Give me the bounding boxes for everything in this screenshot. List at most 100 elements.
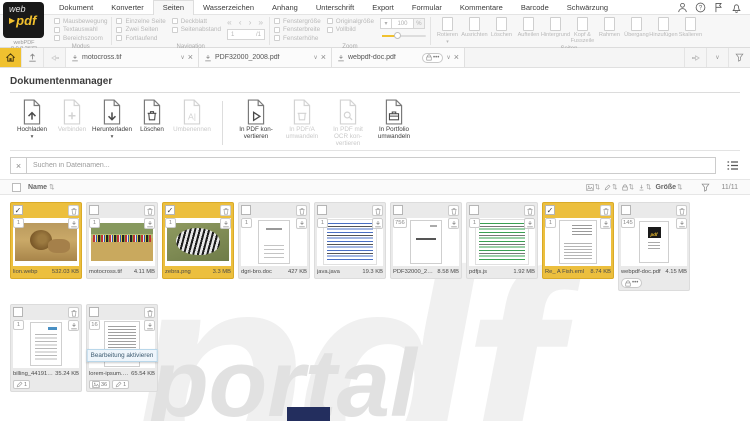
close-tab-icon[interactable]: × [188, 53, 193, 62]
ribbon-item-einzelne-seite[interactable]: Einzelne Seite [116, 17, 166, 26]
delete-file-button[interactable] [68, 307, 79, 318]
sort-by-size-button[interactable]: Größe ⇅ [655, 183, 682, 192]
menu-item-schwärzung[interactable]: Schwärzung [558, 0, 617, 15]
ribbon-item-fenstergröße[interactable]: Fenstergröße [274, 17, 321, 26]
ribbon-button-skalieren[interactable]: Skalieren [678, 17, 703, 45]
zoom-combo-dropdown-icon[interactable]: ▾ [379, 18, 391, 29]
ribbon-item-deckblatt[interactable]: Deckblatt [171, 17, 221, 26]
ribbon-item-bereichszoom[interactable]: Bereichszoom [54, 34, 107, 43]
chevron-down-icon[interactable]: ∨ [446, 54, 450, 61]
sort-by-name-button[interactable]: Name ⇅ [28, 183, 55, 192]
menu-item-dokument[interactable]: Dokument [50, 0, 102, 15]
download-file-button[interactable] [676, 218, 687, 229]
last-page-button[interactable]: » [258, 18, 263, 27]
download-file-button[interactable] [296, 218, 307, 229]
download-file-button[interactable] [144, 320, 155, 331]
file-checkbox[interactable] [89, 205, 99, 215]
ribbon-item-textauswahl[interactable]: Textauswahl [54, 26, 107, 35]
ribbon-item-fensterhöhe[interactable]: Fensterhöhe [274, 34, 321, 43]
file-checkbox[interactable]: ✓ [165, 205, 175, 215]
file-card-pdfjs-js[interactable]: 1 pdfjs.js 1.92 MB [466, 202, 538, 279]
zoom-level-combo[interactable]: ▾ 100 % [379, 18, 426, 29]
download-icon[interactable] [204, 54, 212, 62]
delete-file-button[interactable] [296, 205, 307, 216]
file-checkbox[interactable] [317, 205, 327, 215]
ribbon-item-vollbild[interactable]: Vollbild [326, 26, 374, 35]
download-file-button[interactable] [372, 218, 383, 229]
zoom-percent-button[interactable]: % [412, 18, 425, 29]
ribbon-button-hintergrund[interactable]: Hintergrund [541, 17, 570, 45]
file-checkbox[interactable] [621, 205, 631, 215]
list-view-toggle[interactable] [724, 160, 740, 171]
clear-search-button[interactable]: × [10, 157, 27, 174]
home-tab-button[interactable] [0, 48, 22, 67]
ribbon-button-hinzufügen[interactable]: Hinzufügen [649, 17, 678, 45]
download-file-button[interactable] [144, 218, 155, 229]
flag-icon[interactable] [713, 2, 724, 13]
ribbon-item-originalgröße[interactable]: Originalgröße [326, 17, 374, 26]
close-tab-icon[interactable]: × [454, 53, 459, 62]
ribbon-item-fensterbreite[interactable]: Fensterbreite [274, 26, 321, 35]
tab-list-dropdown[interactable]: ∨ [706, 48, 728, 67]
toolbar-button-in-portfolio-umwandeln[interactable]: In Portfolio umwandeln [371, 99, 417, 140]
file-checkbox[interactable] [13, 307, 23, 317]
chevron-down-icon[interactable]: ∨ [180, 54, 184, 61]
ribbon-item-zwei-seiten[interactable]: Zwei Seiten [116, 26, 165, 35]
history-back-button[interactable] [44, 48, 66, 67]
file-card-re-a-fish-eml[interactable]: ✓ 1 Re_ A Fish.eml 8.74 KB [542, 202, 614, 279]
file-card-motocross-tif[interactable]: 1 motocross.tif 4.11 MB [86, 202, 158, 279]
ribbon-button-kopf-fusszeile[interactable]: Kopf & Fusszeile [570, 17, 595, 45]
document-tab-pdf32000-2008-pdf[interactable]: PDF32000_2008.pdf ∨ × [199, 48, 332, 67]
sort-by-annotation-button[interactable]: ⇅ [604, 183, 618, 191]
next-page-button[interactable]: › [249, 18, 252, 27]
menu-item-kommentare[interactable]: Kommentare [451, 0, 512, 15]
file-checkbox[interactable] [469, 205, 479, 215]
toolbar-button-in-pdf-kon-vertieren[interactable]: In PDF kon-vertieren [233, 99, 279, 140]
download-file-button[interactable] [600, 218, 611, 229]
download-file-button[interactable] [220, 218, 231, 229]
ribbon-button-rahmen[interactable]: Rahmen [597, 17, 622, 45]
file-card-lorem-ipsum-pdf[interactable]: 16 lorem-ipsum....pdf65.54 KB 36 1 Bearbeitu… [86, 304, 158, 392]
ribbon-item-fortlaufend[interactable]: Fortlaufend [116, 34, 165, 43]
zoom-slider[interactable] [381, 32, 426, 39]
file-card-lion-webp[interactable]: ✓ 1 lion.webp 532.03 KB [10, 202, 82, 279]
delete-file-button[interactable] [68, 205, 79, 216]
upload-document-button[interactable] [22, 48, 44, 67]
delete-file-button[interactable] [676, 205, 687, 216]
file-card-pdf32000-20-pdf[interactable]: 756 PDF32000_20....pdf 8.58 MB [390, 202, 462, 279]
file-checkbox[interactable] [393, 205, 403, 215]
help-icon[interactable]: ? [695, 2, 706, 13]
file-card-zebra-png[interactable]: ✓ 1 zebra.png 3.3 MB [162, 202, 234, 279]
menu-item-wasserzeichen[interactable]: Wasserzeichen [194, 0, 263, 15]
dropdown-arrow-icon[interactable]: ▾ [31, 134, 34, 141]
toolbar-button-hochladen[interactable]: Hochladen ▾ [12, 99, 52, 141]
select-all-checkbox[interactable] [12, 182, 21, 192]
file-card-dgri-bro-doc[interactable]: 1 dgri-bro.doc 427 KB [238, 202, 310, 279]
sort-by-lock-button[interactable]: ⇅ [621, 183, 634, 191]
history-forward-button[interactable] [684, 48, 706, 67]
delete-file-button[interactable] [144, 307, 155, 318]
file-card-billing-44191-pdf[interactable]: 1 billing_44191....pdf35.24 KB 1 [10, 304, 82, 392]
download-file-button[interactable] [524, 218, 535, 229]
enable-editing-tooltip[interactable]: Bearbeitung aktivieren [86, 349, 158, 362]
download-file-button[interactable] [68, 320, 79, 331]
notifications-icon[interactable] [731, 2, 742, 13]
menu-item-unterschrift[interactable]: Unterschrift [307, 0, 363, 15]
ribbon-button-übergang[interactable]: Übergang [624, 17, 649, 45]
delete-file-button[interactable] [220, 205, 231, 216]
menu-item-anhang[interactable]: Anhang [263, 0, 307, 15]
chevron-down-icon[interactable]: ∨ [313, 54, 317, 61]
ribbon-button-aufteilen[interactable]: Aufteilen [516, 17, 541, 45]
first-page-button[interactable]: « [227, 18, 232, 27]
ribbon-button-löschen[interactable]: Löschen [489, 17, 514, 45]
user-icon[interactable] [677, 2, 688, 13]
ribbon-button-rotieren[interactable]: Rotieren ▾ [435, 17, 460, 45]
download-icon[interactable] [71, 54, 79, 62]
file-checkbox[interactable]: ✓ [545, 205, 555, 215]
close-tab-icon[interactable]: × [321, 53, 326, 62]
file-checkbox[interactable] [241, 205, 251, 215]
search-input[interactable] [26, 157, 716, 174]
delete-file-button[interactable] [448, 205, 459, 216]
dropdown-arrow-icon[interactable]: ▾ [446, 39, 449, 45]
sort-by-signature-button[interactable]: ⇅ [638, 183, 651, 191]
